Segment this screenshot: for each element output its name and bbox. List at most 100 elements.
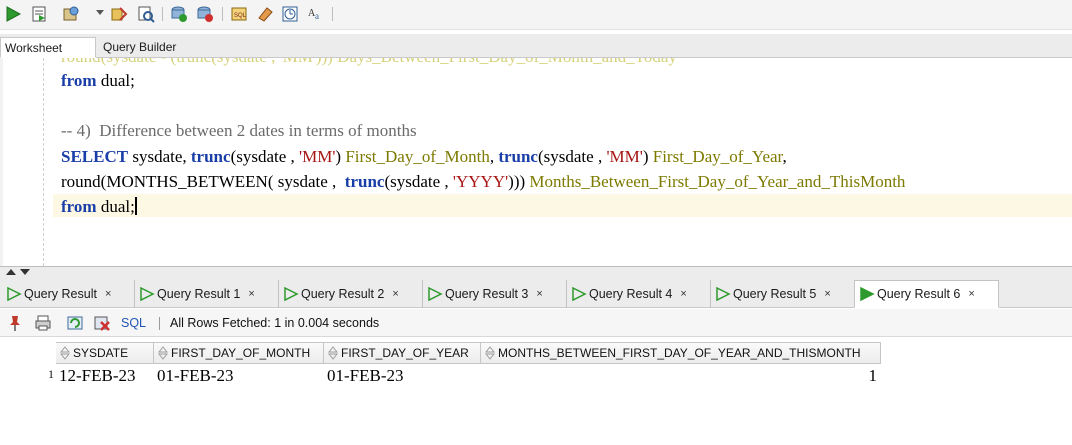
grid-header: SYSDATE FIRST_DAY_OF_MONTH FIRST_DAY_OF_… (0, 342, 1072, 364)
table-cell[interactable]: 12-FEB-23 (56, 365, 154, 387)
tab-label: Query Result 2 (301, 287, 385, 301)
row-number: 1 (48, 367, 54, 381)
code-token: trunc (344, 171, 385, 191)
close-tab-icon[interactable]: × (824, 288, 830, 300)
refresh-icon[interactable] (66, 314, 84, 332)
play-icon (860, 286, 875, 302)
code-line: from dual; (61, 68, 135, 93)
format-icon[interactable]: Aa (307, 5, 325, 23)
tab-label: Query Result 3 (445, 287, 529, 301)
code-token: First_Day_of_Year (652, 146, 783, 166)
code-token: (sysdate , (537, 146, 607, 166)
close-tab-icon[interactable]: × (248, 288, 254, 300)
tab-worksheet[interactable]: Worksheet (0, 37, 96, 58)
result-tab-bar: Query Result × Query Result 1 × Query Result… (0, 276, 1072, 308)
commit-green-icon[interactable] (170, 5, 188, 23)
results-toolbar: SQL All Rows Fetched: 1 in 0.004 seconds (0, 309, 1072, 337)
sort-icon (485, 346, 495, 360)
sort-icon (158, 346, 168, 360)
tab-query-result-0[interactable]: Query Result × (2, 280, 134, 308)
code-token: from (61, 197, 97, 216)
code-line: SELECT sysdate, trunc(sysdate , 'MM') Fi… (61, 144, 787, 169)
table-cell[interactable]: 1 (481, 365, 881, 387)
close-tab-icon[interactable]: × (536, 288, 542, 300)
dropdown-caret-icon[interactable] (96, 10, 104, 15)
column-header-first-day-of-month[interactable]: FIRST_DAY_OF_MONTH (154, 342, 324, 364)
run-script-icon[interactable] (30, 5, 48, 23)
current-line-highlight (53, 194, 1072, 217)
column-header-label: FIRST_DAY_OF_YEAR (341, 346, 469, 360)
code-token: SELECT (61, 146, 129, 166)
close-tab-icon[interactable]: × (392, 288, 398, 300)
code-line: round(MONTHS_BETWEEN( sysdate , trunc(sy… (61, 169, 905, 194)
sql-editor[interactable]: round(sysdate - (trunc(sysdate , 'MM')))… (0, 58, 1072, 266)
autotrace-icon[interactable] (110, 5, 128, 23)
column-header-months-between[interactable]: MONTHS_BETWEEN_FIRST_DAY_OF_YEAR_AND_THI… (481, 342, 881, 364)
text-cursor (134, 197, 137, 215)
sql-tuning-icon[interactable]: SQL (230, 5, 248, 23)
clear-eraser-icon[interactable] (256, 5, 274, 23)
code-line-partial: round(sysdate - (trunc(sysdate , 'MM')))… (61, 58, 677, 69)
print-icon[interactable] (34, 314, 52, 332)
explain-plan-icon[interactable] (137, 5, 155, 23)
delete-icon[interactable] (93, 314, 111, 332)
code-token: from (61, 71, 97, 90)
code-token: -- 4) Difference between 2 dates in term… (61, 121, 417, 141)
tab-query-result-1[interactable]: Query Result 1 × (134, 280, 278, 308)
code-line: from dual; (61, 194, 137, 219)
commit-icon[interactable] (62, 5, 80, 23)
sort-icon (328, 346, 338, 360)
code-token: round (61, 171, 101, 191)
collapse-arrows-icon[interactable] (4, 268, 32, 276)
main-toolbar: SQL Aa (0, 0, 1072, 30)
history-icon[interactable] (281, 5, 299, 23)
table-row[interactable]: 1 12-FEB-23 01-FEB-23 01-FEB-23 1 (0, 365, 1072, 387)
tab-query-result-5[interactable]: Query Result 5 × (710, 280, 854, 308)
tab-label: Query Result (24, 287, 97, 301)
pin-icon[interactable] (6, 314, 24, 332)
code-token: Months_Between_First_Day_of_Year_and_Thi… (529, 171, 906, 191)
code-token: (sysdate , (230, 146, 300, 166)
code-token: dual; (96, 71, 135, 90)
svg-text:a: a (315, 11, 319, 21)
rollback-icon[interactable] (196, 5, 214, 23)
close-tab-icon[interactable]: × (680, 288, 686, 300)
code-token: sysdate, (128, 146, 191, 166)
play-icon (7, 286, 22, 302)
column-header-first-day-of-year[interactable]: FIRST_DAY_OF_YEAR (324, 342, 481, 364)
play-icon (716, 286, 731, 302)
play-icon (428, 286, 443, 302)
sql-link[interactable]: SQL (121, 316, 146, 330)
tab-label: Query Result 1 (157, 287, 241, 301)
close-tab-icon[interactable]: × (968, 288, 974, 300)
tab-label: Query Result 4 (589, 287, 673, 301)
code-token: (sysdate , (384, 171, 453, 191)
column-header-sysdate[interactable]: SYSDATE (56, 342, 154, 364)
code-token: First_Day_of_Month (345, 146, 490, 166)
run-statement-icon[interactable] (4, 5, 22, 23)
svg-text:SQL: SQL (234, 13, 247, 19)
code-token: 'MM' (606, 146, 643, 166)
code-token: ) (335, 146, 346, 166)
tab-query-result-2[interactable]: Query Result 2 × (278, 280, 422, 308)
tab-query-result-4[interactable]: Query Result 4 × (566, 280, 710, 308)
pane-splitter[interactable] (0, 266, 1072, 276)
tab-label: Query Result 6 (877, 287, 961, 301)
table-cell[interactable]: 01-FEB-23 (154, 365, 324, 387)
editor-tab-bar: Worksheet Query Builder (0, 34, 1072, 58)
table-cell[interactable]: 01-FEB-23 (324, 365, 481, 387)
results-grid: SYSDATE FIRST_DAY_OF_MONTH FIRST_DAY_OF_… (0, 338, 1072, 445)
code-token: , (782, 146, 787, 166)
close-tab-icon[interactable]: × (105, 288, 111, 300)
play-icon (284, 286, 299, 302)
play-icon (572, 286, 587, 302)
tab-query-builder[interactable]: Query Builder (97, 37, 197, 58)
sort-icon (60, 346, 70, 360)
tab-query-result-6[interactable]: Query Result 6 × (854, 280, 999, 308)
code-token: trunc (190, 146, 231, 166)
fetch-status: All Rows Fetched: 1 in 0.004 seconds (170, 316, 380, 330)
column-header-label: MONTHS_BETWEEN_FIRST_DAY_OF_YEAR_AND_THI… (498, 346, 861, 360)
column-header-label: FIRST_DAY_OF_MONTH (171, 346, 311, 360)
tab-query-result-3[interactable]: Query Result 3 × (422, 280, 566, 308)
play-icon (140, 286, 155, 302)
